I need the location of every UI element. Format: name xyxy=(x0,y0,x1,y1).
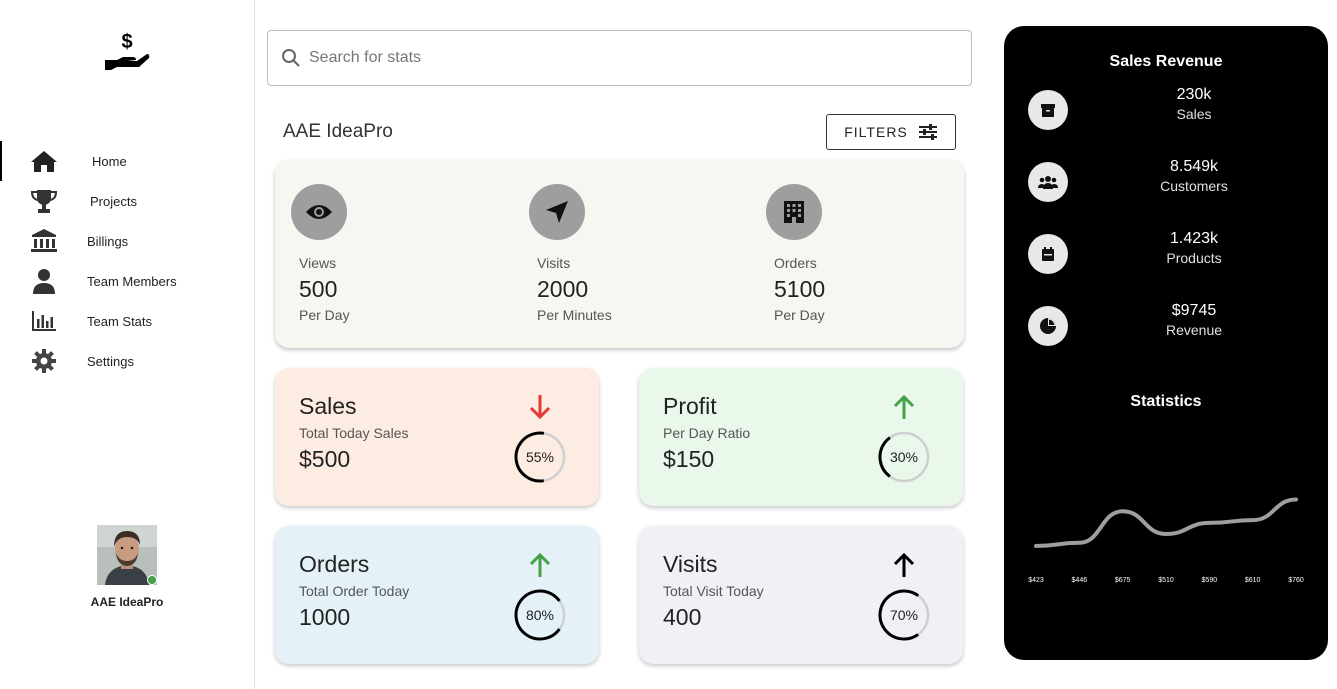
sidebar-item-projects[interactable]: Projects xyxy=(0,181,254,221)
sales-revenue-title: Sales Revenue xyxy=(1109,53,1223,70)
revenue-item-products: 1.423k Products xyxy=(1004,230,1328,280)
filters-button[interactable]: FILTERS xyxy=(826,114,956,150)
overview-label: Visits xyxy=(537,255,571,271)
home-icon xyxy=(30,147,58,175)
search-bar[interactable] xyxy=(267,30,972,86)
overview-value: 2000 xyxy=(537,276,589,302)
overview-label: Views xyxy=(299,255,337,271)
revenue-label: Customers xyxy=(1160,178,1228,194)
card-value: $150 xyxy=(663,446,715,472)
statistics-line-chart: $423 $446 $675 $510 $590 $610 $760 xyxy=(1028,497,1304,584)
revenue-item-revenue: $9745 Revenue xyxy=(1004,302,1328,352)
x-tick-label: $423 xyxy=(1028,577,1044,584)
visits-card[interactable]: Visits Total Visit Today 400 70% xyxy=(639,526,963,664)
sidebar-item-settings[interactable]: Settings xyxy=(0,341,254,381)
eye-icon xyxy=(291,184,347,240)
card-subtitle: Total Visit Today xyxy=(663,583,764,599)
overview-unit: Per Day xyxy=(774,307,825,323)
profit-card[interactable]: Profit Per Day Ratio $150 30% xyxy=(639,368,963,506)
bar-chart-icon xyxy=(30,307,58,335)
card-title: Sales xyxy=(299,393,357,419)
navigation-arrow-icon xyxy=(529,184,585,240)
sidebar-item-label: Team Members xyxy=(87,273,177,289)
x-tick-label: $610 xyxy=(1245,577,1261,584)
sidebar-item-label: Settings xyxy=(87,353,134,369)
card-value: $500 xyxy=(299,446,351,472)
avatar[interactable] xyxy=(97,525,157,585)
x-tick-label: $675 xyxy=(1115,577,1131,584)
x-tick-label: $446 xyxy=(1072,577,1088,584)
sidebar-item-label: Team Stats xyxy=(87,313,153,329)
card-subtitle: Per Day Ratio xyxy=(663,425,751,441)
building-icon xyxy=(766,184,822,240)
revenue-item-sales: 230k Sales xyxy=(1004,86,1328,136)
sidebar: $ Home Projects Billings Team Members Te… xyxy=(0,0,255,689)
tune-icon xyxy=(918,124,937,140)
bank-icon xyxy=(30,227,58,255)
calendar-icon xyxy=(1028,234,1068,274)
card-title: Profit xyxy=(663,393,717,419)
progress-percent: 70% xyxy=(889,607,919,623)
x-tick-label: $760 xyxy=(1288,577,1304,584)
sidebar-nav: Home Projects Billings Team Members Team… xyxy=(0,141,254,381)
filters-label: FILTERS xyxy=(844,124,908,140)
arrow-up-icon xyxy=(893,552,915,577)
gear-icon xyxy=(30,347,58,375)
sales-card[interactable]: Sales Total Today Sales $500 55% xyxy=(275,368,599,506)
svg-text:$: $ xyxy=(121,31,132,53)
overview-card: Views 500 Per Day Visits 2000 Per Minute… xyxy=(275,160,964,348)
overview-label: Orders xyxy=(774,255,817,271)
revenue-item-customers: 8.549k Customers xyxy=(1004,158,1328,208)
arrow-up-icon xyxy=(893,394,915,419)
person-icon xyxy=(30,267,58,295)
card-value: 1000 xyxy=(299,604,351,630)
card-value: 400 xyxy=(663,604,702,630)
revenue-label: Revenue xyxy=(1165,322,1223,338)
card-subtitle: Total Today Sales xyxy=(299,425,409,441)
progress-percent: 30% xyxy=(889,449,919,465)
archive-box-icon xyxy=(1028,90,1068,130)
money-hand-logo-icon: $ xyxy=(105,31,150,70)
sales-revenue-panel: Sales Revenue 230k Sales 8.549k Customer… xyxy=(1004,26,1328,660)
overview-unit: Per Minutes xyxy=(537,307,612,323)
card-subtitle: Total Order Today xyxy=(299,583,410,599)
card-title: Orders xyxy=(299,551,370,577)
sidebar-item-billings[interactable]: Billings xyxy=(0,221,254,261)
pie-chart-icon xyxy=(1028,306,1068,346)
revenue-value: 230k xyxy=(1176,86,1212,103)
revenue-value: $9745 xyxy=(1171,302,1217,319)
company-title: AAE IdeaPro xyxy=(283,121,393,142)
group-icon xyxy=(1028,162,1068,202)
revenue-label: Products xyxy=(1166,250,1222,266)
sidebar-item-home[interactable]: Home xyxy=(0,141,254,181)
sidebar-item-team-stats[interactable]: Team Stats xyxy=(0,301,254,341)
progress-percent: 55% xyxy=(525,449,555,465)
user-profile[interactable]: AAE IdeaPro xyxy=(0,525,254,609)
search-input[interactable] xyxy=(309,49,909,67)
sidebar-item-team-members[interactable]: Team Members xyxy=(0,261,254,301)
overview-unit: Per Day xyxy=(299,307,350,323)
sidebar-item-label: Projects xyxy=(90,193,137,209)
search-icon xyxy=(282,49,300,67)
arrow-up-icon xyxy=(529,552,551,577)
profile-name: AAE IdeaPro xyxy=(90,595,164,609)
x-tick-label: $510 xyxy=(1158,577,1174,584)
sidebar-item-label: Home xyxy=(92,153,127,169)
overview-value: 5100 xyxy=(774,276,826,302)
statistics-title: Statistics xyxy=(1130,393,1202,410)
statistics-series-line xyxy=(1034,497,1298,548)
progress-percent: 80% xyxy=(525,607,555,623)
arrow-down-icon xyxy=(529,395,551,420)
orders-card[interactable]: Orders Total Order Today 1000 80% xyxy=(275,526,599,664)
revenue-value: 8.549k xyxy=(1169,158,1219,175)
trophy-icon xyxy=(30,187,58,215)
revenue-value: 1.423k xyxy=(1169,230,1219,247)
x-tick-label: $590 xyxy=(1202,577,1218,584)
sidebar-item-label: Billings xyxy=(87,233,129,249)
overview-value: 500 xyxy=(299,276,338,302)
revenue-label: Sales xyxy=(1176,106,1212,122)
card-title: Visits xyxy=(663,551,718,577)
online-status-indicator xyxy=(147,575,157,585)
